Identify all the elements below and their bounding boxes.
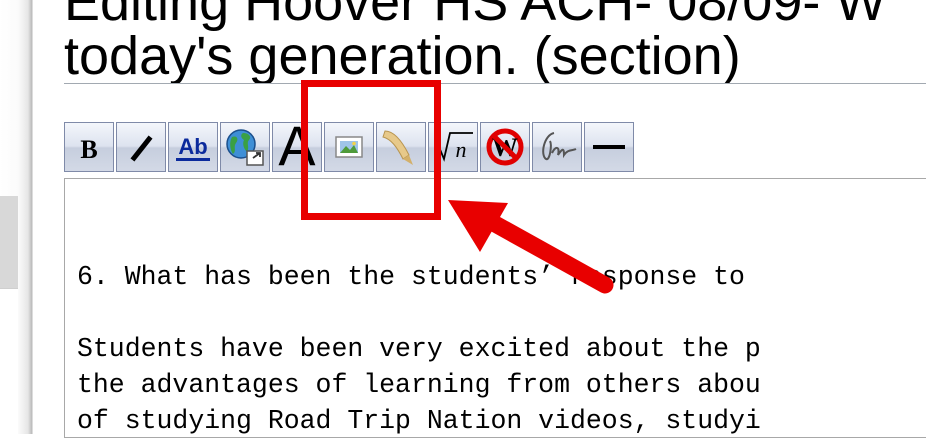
bold-button[interactable]: B (64, 122, 114, 172)
nowiki-icon: W (486, 128, 524, 166)
internal-link-button[interactable]: Ab (168, 122, 218, 172)
left-gutter (0, 0, 33, 435)
gutter-panel (0, 288, 18, 435)
svg-text:Ab: Ab (178, 134, 207, 159)
editor-line-para-3: of studying Road Trip Nation videos, stu… (77, 406, 761, 436)
horizontal-rule-icon (593, 145, 625, 149)
annotation-highlight-box (301, 80, 441, 220)
page-title: Editing Hoover HS ACH- 08/09- W today's … (64, 0, 926, 83)
ignore-formatting-button[interactable]: W (480, 122, 530, 172)
editor-line-para-2: the advantages of learning from others a… (77, 370, 761, 400)
internal-link-icon: Ab (176, 134, 210, 161)
editor-blank-line (77, 295, 761, 331)
editor-line-question: 6. What has been the students’ response … (77, 262, 745, 292)
bold-icon: B (80, 135, 97, 164)
page-title-line-2: today's generation. (section) (64, 26, 741, 83)
italic-icon (130, 135, 153, 162)
gutter-shade (0, 196, 18, 288)
globe-link-icon (226, 129, 264, 166)
horizontal-line-button[interactable] (584, 122, 634, 172)
title-divider (64, 83, 926, 84)
editor-line-para-1: Students have been very excited about th… (77, 334, 761, 364)
editor-content: 6. What has been the students’ response … (77, 259, 761, 439)
external-link-button[interactable] (220, 122, 270, 172)
svg-text:n: n (456, 137, 467, 162)
italic-button[interactable] (116, 122, 166, 172)
signature-button[interactable] (532, 122, 582, 172)
signature-icon (542, 132, 577, 161)
page-title-line-1: Editing Hoover HS ACH- 08/09- W (64, 0, 887, 32)
wikitext-editor[interactable]: 6. What has been the students’ response … (64, 178, 926, 438)
svg-text:B: B (80, 135, 97, 164)
